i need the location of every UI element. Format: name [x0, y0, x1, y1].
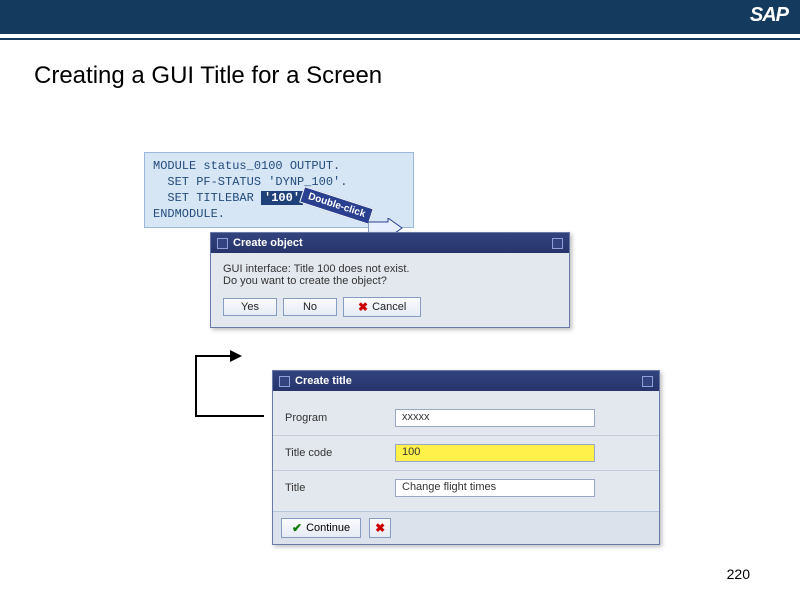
header-bar: SAP — [0, 0, 800, 34]
code-line3-pre: SET TITLEBAR — [153, 191, 261, 205]
abap-code-block: MODULE status_0100 OUTPUT. SET PF-STATUS… — [144, 152, 414, 228]
create-object-msg-line1: GUI interface: Title 100 does not exist. — [223, 263, 557, 275]
page-title: Creating a GUI Title for a Screen — [34, 62, 800, 90]
divider — [273, 435, 659, 436]
yes-button[interactable]: Yes — [223, 298, 277, 316]
code-line2: SET PF-STATUS 'DYNP_100'. — [153, 175, 347, 189]
title-row: Title Change flight times — [285, 479, 647, 497]
close-icon[interactable] — [552, 238, 563, 249]
create-title-body: Program xxxxx Title code 100 Title Chang… — [273, 391, 659, 511]
create-object-dialog: Create object GUI interface: Title 100 d… — [210, 232, 570, 328]
program-field[interactable]: xxxxx — [395, 409, 595, 427]
title-label: Title — [285, 482, 395, 494]
create-object-body: GUI interface: Title 100 does not exist.… — [211, 253, 569, 327]
program-label: Program — [285, 412, 395, 424]
create-title-footer: ✔ Continue ✖ — [273, 511, 659, 544]
no-button[interactable]: No — [283, 298, 337, 316]
code-line1: MODULE status_0100 OUTPUT. — [153, 159, 340, 173]
title-code-field[interactable]: 100 — [395, 444, 595, 462]
cancel-label: Cancel — [372, 301, 406, 313]
cancel-icon: ✖ — [375, 521, 385, 535]
window-icon — [217, 238, 228, 249]
program-row: Program xxxxx — [285, 409, 647, 427]
create-title-title: Create title — [295, 375, 352, 387]
create-object-msg-line2: Do you want to create the object? — [223, 275, 557, 287]
window-icon — [279, 376, 290, 387]
title-code-row: Title code 100 — [285, 444, 647, 462]
yes-label: Yes — [241, 301, 259, 313]
cancel-mini-button[interactable]: ✖ — [369, 518, 391, 538]
create-title-dialog: Create title Program xxxxx Title code 10… — [272, 370, 660, 545]
code-line3-highlight: '100' — [261, 191, 303, 205]
cancel-button[interactable]: ✖ Cancel — [343, 297, 421, 317]
title-field[interactable]: Change flight times — [395, 479, 595, 497]
create-object-titlebar: Create object — [211, 233, 569, 253]
header-subdivider — [0, 38, 800, 40]
continue-label: Continue — [306, 522, 350, 534]
close-icon[interactable] — [642, 376, 653, 387]
content-canvas: MODULE status_0100 OUTPUT. SET PF-STATUS… — [0, 90, 800, 560]
code-line4: ENDMODULE. — [153, 207, 225, 221]
create-title-titlebar: Create title — [273, 371, 659, 391]
continue-button[interactable]: ✔ Continue — [281, 518, 361, 538]
sap-logo: SAP — [750, 4, 788, 27]
check-icon: ✔ — [292, 521, 302, 535]
page-number: 220 — [727, 566, 750, 582]
cancel-icon: ✖ — [358, 300, 368, 314]
title-code-label: Title code — [285, 447, 395, 459]
divider — [273, 470, 659, 471]
connector-arrow-icon — [184, 350, 274, 435]
no-label: No — [303, 301, 317, 313]
create-object-title: Create object — [233, 237, 303, 249]
